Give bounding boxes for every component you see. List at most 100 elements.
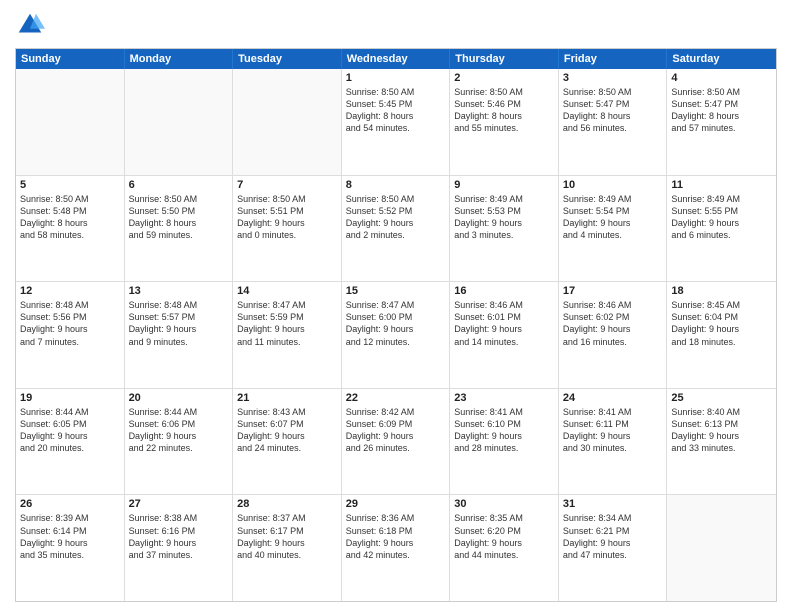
cal-cell: 3 Sunrise: 8:50 AM Sunset: 5:47 PM Daylig… bbox=[559, 69, 668, 175]
cal-cell: 6 Sunrise: 8:50 AM Sunset: 5:50 PM Daylig… bbox=[125, 176, 234, 282]
cal-cell: 27 Sunrise: 8:38 AM Sunset: 6:16 PM Dayli… bbox=[125, 495, 234, 601]
calendar-row-4: 26 Sunrise: 8:39 AM Sunset: 6:14 PM Dayli… bbox=[16, 494, 776, 601]
cal-cell: 18 Sunrise: 8:45 AM Sunset: 6:04 PM Dayli… bbox=[667, 282, 776, 388]
cell-info: Sunrise: 8:45 AM Sunset: 6:04 PM Dayligh… bbox=[671, 299, 772, 348]
day-number: 18 bbox=[671, 285, 772, 297]
cal-cell: 21Sunrise: 8:43 AM Sunset: 6:07 PM Dayli… bbox=[233, 389, 342, 495]
day-number: 25 bbox=[671, 392, 772, 404]
cal-cell: 30 Sunrise: 8:35 AM Sunset: 6:20 PM Dayli… bbox=[450, 495, 559, 601]
day-number: 9 bbox=[454, 179, 554, 191]
cal-cell bbox=[667, 495, 776, 601]
day-number: 21 bbox=[237, 392, 337, 404]
cal-cell: 2 Sunrise: 8:50 AM Sunset: 5:46 PM Daylig… bbox=[450, 69, 559, 175]
cell-info: Sunrise: 8:50 AM Sunset: 5:51 PM Dayligh… bbox=[237, 193, 337, 242]
cell-info: Sunrise: 8:50 AM Sunset: 5:48 PM Dayligh… bbox=[20, 193, 120, 242]
cell-info: Sunrise: 8:41 AM Sunset: 6:10 PM Dayligh… bbox=[454, 406, 554, 455]
cell-info: Sunrise: 8:35 AM Sunset: 6:20 PM Dayligh… bbox=[454, 512, 554, 561]
cal-cell: 12 Sunrise: 8:48 AM Sunset: 5:56 PM Dayli… bbox=[16, 282, 125, 388]
cal-cell: 17 Sunrise: 8:46 AM Sunset: 6:02 PM Dayli… bbox=[559, 282, 668, 388]
calendar-row-1: 5 Sunrise: 8:50 AM Sunset: 5:48 PM Daylig… bbox=[16, 175, 776, 282]
header-day-saturday: Saturday bbox=[667, 49, 776, 69]
day-number: 7 bbox=[237, 179, 337, 191]
day-number: 20 bbox=[129, 392, 229, 404]
cell-info: Sunrise: 8:47 AM Sunset: 5:59 PM Dayligh… bbox=[237, 299, 337, 348]
cell-info: Sunrise: 8:42 AM Sunset: 6:09 PM Dayligh… bbox=[346, 406, 446, 455]
cell-info: Sunrise: 8:44 AM Sunset: 6:06 PM Dayligh… bbox=[129, 406, 229, 455]
day-number: 30 bbox=[454, 498, 554, 510]
day-number: 27 bbox=[129, 498, 229, 510]
cal-cell bbox=[233, 69, 342, 175]
day-number: 1 bbox=[346, 72, 446, 84]
header bbox=[15, 10, 777, 40]
calendar-row-0: 1 Sunrise: 8:50 AM Sunset: 5:45 PM Daylig… bbox=[16, 69, 776, 175]
calendar-row-3: 19 Sunrise: 8:44 AM Sunset: 6:05 PM Dayli… bbox=[16, 388, 776, 495]
cell-info: Sunrise: 8:37 AM Sunset: 6:17 PM Dayligh… bbox=[237, 512, 337, 561]
cal-cell: 24Sunrise: 8:41 AM Sunset: 6:11 PM Dayli… bbox=[559, 389, 668, 495]
cell-info: Sunrise: 8:46 AM Sunset: 6:01 PM Dayligh… bbox=[454, 299, 554, 348]
cal-cell bbox=[16, 69, 125, 175]
cell-info: Sunrise: 8:38 AM Sunset: 6:16 PM Dayligh… bbox=[129, 512, 229, 561]
day-number: 19 bbox=[20, 392, 120, 404]
cal-cell: 10Sunrise: 8:49 AM Sunset: 5:54 PM Dayli… bbox=[559, 176, 668, 282]
day-number: 2 bbox=[454, 72, 554, 84]
cal-cell: 4 Sunrise: 8:50 AM Sunset: 5:47 PM Daylig… bbox=[667, 69, 776, 175]
cal-cell: 28 Sunrise: 8:37 AM Sunset: 6:17 PM Dayli… bbox=[233, 495, 342, 601]
day-number: 24 bbox=[563, 392, 663, 404]
calendar-body: 1 Sunrise: 8:50 AM Sunset: 5:45 PM Daylig… bbox=[16, 69, 776, 601]
cell-info: Sunrise: 8:50 AM Sunset: 5:46 PM Dayligh… bbox=[454, 86, 554, 135]
cal-cell: 15Sunrise: 8:47 AM Sunset: 6:00 PM Dayli… bbox=[342, 282, 451, 388]
cell-info: Sunrise: 8:48 AM Sunset: 5:56 PM Dayligh… bbox=[20, 299, 120, 348]
header-day-monday: Monday bbox=[125, 49, 234, 69]
cell-info: Sunrise: 8:47 AM Sunset: 6:00 PM Dayligh… bbox=[346, 299, 446, 348]
cal-cell: 9 Sunrise: 8:49 AM Sunset: 5:53 PM Daylig… bbox=[450, 176, 559, 282]
cell-info: Sunrise: 8:49 AM Sunset: 5:53 PM Dayligh… bbox=[454, 193, 554, 242]
cal-cell: 1 Sunrise: 8:50 AM Sunset: 5:45 PM Daylig… bbox=[342, 69, 451, 175]
day-number: 28 bbox=[237, 498, 337, 510]
day-number: 4 bbox=[671, 72, 772, 84]
day-number: 3 bbox=[563, 72, 663, 84]
cal-cell: 13Sunrise: 8:48 AM Sunset: 5:57 PM Dayli… bbox=[125, 282, 234, 388]
calendar: SundayMondayTuesdayWednesdayThursdayFrid… bbox=[15, 48, 777, 602]
calendar-row-2: 12 Sunrise: 8:48 AM Sunset: 5:56 PM Dayli… bbox=[16, 281, 776, 388]
day-number: 6 bbox=[129, 179, 229, 191]
day-number: 11 bbox=[671, 179, 772, 191]
logo bbox=[15, 10, 49, 40]
cell-info: Sunrise: 8:50 AM Sunset: 5:50 PM Dayligh… bbox=[129, 193, 229, 242]
cal-cell: 19 Sunrise: 8:44 AM Sunset: 6:05 PM Dayli… bbox=[16, 389, 125, 495]
cal-cell: 22 Sunrise: 8:42 AM Sunset: 6:09 PM Dayli… bbox=[342, 389, 451, 495]
cal-cell: 20 Sunrise: 8:44 AM Sunset: 6:06 PM Dayli… bbox=[125, 389, 234, 495]
cell-info: Sunrise: 8:40 AM Sunset: 6:13 PM Dayligh… bbox=[671, 406, 772, 455]
day-number: 5 bbox=[20, 179, 120, 191]
cell-info: Sunrise: 8:50 AM Sunset: 5:45 PM Dayligh… bbox=[346, 86, 446, 135]
page: SundayMondayTuesdayWednesdayThursdayFrid… bbox=[0, 0, 792, 612]
cal-cell: 25 Sunrise: 8:40 AM Sunset: 6:13 PM Dayli… bbox=[667, 389, 776, 495]
cal-cell: 5 Sunrise: 8:50 AM Sunset: 5:48 PM Daylig… bbox=[16, 176, 125, 282]
cell-info: Sunrise: 8:44 AM Sunset: 6:05 PM Dayligh… bbox=[20, 406, 120, 455]
cell-info: Sunrise: 8:34 AM Sunset: 6:21 PM Dayligh… bbox=[563, 512, 663, 561]
cal-cell bbox=[125, 69, 234, 175]
cell-info: Sunrise: 8:50 AM Sunset: 5:47 PM Dayligh… bbox=[671, 86, 772, 135]
cal-cell: 8Sunrise: 8:50 AM Sunset: 5:52 PM Daylig… bbox=[342, 176, 451, 282]
day-number: 29 bbox=[346, 498, 446, 510]
cell-info: Sunrise: 8:49 AM Sunset: 5:54 PM Dayligh… bbox=[563, 193, 663, 242]
day-number: 31 bbox=[563, 498, 663, 510]
cell-info: Sunrise: 8:39 AM Sunset: 6:14 PM Dayligh… bbox=[20, 512, 120, 561]
day-number: 12 bbox=[20, 285, 120, 297]
cal-cell: 14 Sunrise: 8:47 AM Sunset: 5:59 PM Dayli… bbox=[233, 282, 342, 388]
cell-info: Sunrise: 8:50 AM Sunset: 5:47 PM Dayligh… bbox=[563, 86, 663, 135]
cal-cell: 31 Sunrise: 8:34 AM Sunset: 6:21 PM Dayli… bbox=[559, 495, 668, 601]
header-day-thursday: Thursday bbox=[450, 49, 559, 69]
cal-cell: 29Sunrise: 8:36 AM Sunset: 6:18 PM Dayli… bbox=[342, 495, 451, 601]
day-number: 14 bbox=[237, 285, 337, 297]
day-number: 8 bbox=[346, 179, 446, 191]
day-number: 17 bbox=[563, 285, 663, 297]
day-number: 16 bbox=[454, 285, 554, 297]
day-number: 26 bbox=[20, 498, 120, 510]
day-number: 13 bbox=[129, 285, 229, 297]
day-number: 22 bbox=[346, 392, 446, 404]
cal-cell: 23Sunrise: 8:41 AM Sunset: 6:10 PM Dayli… bbox=[450, 389, 559, 495]
logo-icon bbox=[15, 10, 45, 40]
cell-info: Sunrise: 8:46 AM Sunset: 6:02 PM Dayligh… bbox=[563, 299, 663, 348]
cal-cell: 11 Sunrise: 8:49 AM Sunset: 5:55 PM Dayli… bbox=[667, 176, 776, 282]
cell-info: Sunrise: 8:49 AM Sunset: 5:55 PM Dayligh… bbox=[671, 193, 772, 242]
